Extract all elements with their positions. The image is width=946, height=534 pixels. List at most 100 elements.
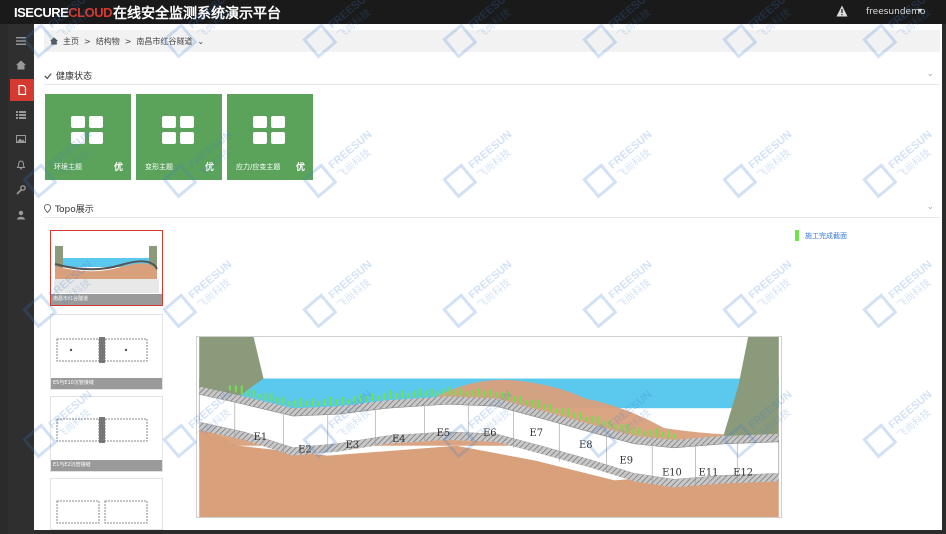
tunnel-topo-diagram[interactable]: E1 E2 E3 E4 E5 E6 E7 E8 E9 E10 E11 E12 — [196, 336, 782, 518]
segment-label: E11 — [699, 467, 719, 478]
segment-label: E6 — [483, 428, 496, 439]
sensor-marker — [288, 401, 291, 407]
breadcrumb-separator: > — [124, 36, 132, 46]
sensor-marker — [294, 400, 297, 408]
list-icon[interactable] — [10, 104, 32, 126]
username[interactable]: freesundemo — [866, 7, 925, 17]
tile-label: 变形主题 — [145, 163, 173, 171]
app-title: 在线安全监测系统演示平台 — [113, 6, 281, 22]
sensor-marker — [228, 385, 231, 391]
sensor-marker — [258, 393, 261, 399]
sensor-marker — [377, 395, 380, 401]
sensor-marker — [460, 387, 463, 396]
sensor-marker — [632, 428, 635, 435]
sensor-marker — [584, 416, 587, 422]
topo-thumbnail[interactable]: E5与E10沉管接缝 — [50, 314, 163, 390]
sensor-marker — [656, 428, 659, 438]
thumbnail-caption: E1与E2沉管接缝 — [51, 460, 162, 471]
health-tile-stress[interactable]: 应力/应变主题 优 — [227, 94, 313, 180]
bell-icon[interactable] — [10, 154, 32, 176]
sensor-marker — [614, 424, 617, 430]
topo-thumbnail[interactable]: E1与E2沉管接缝 — [50, 396, 163, 472]
app-logo[interactable]: ISECURECLOUD — [14, 5, 113, 20]
sensor-marker — [596, 415, 599, 425]
sensor-marker — [567, 407, 570, 417]
sensor-marker — [282, 396, 285, 405]
sensor-marker — [252, 389, 255, 398]
sensor-marker — [484, 390, 487, 397]
segment-label: E1 — [254, 432, 268, 443]
health-tile-environment[interactable]: 环境主题 优 — [45, 94, 131, 180]
sensor-marker — [234, 385, 237, 393]
sensor-marker — [347, 399, 350, 405]
sensor-marker — [406, 393, 409, 398]
chevron-down-icon[interactable]: ⌄ — [197, 37, 204, 46]
collapse-chevron-icon[interactable]: ⌄ — [926, 202, 934, 212]
sensor-marker — [644, 430, 647, 436]
menu-icon[interactable] — [10, 30, 32, 52]
sensor-marker — [489, 389, 492, 398]
sensor-marker — [662, 431, 665, 438]
sensor-marker — [389, 390, 392, 400]
sensor-marker — [329, 396, 332, 406]
topo-section-title: Topo展示 — [55, 205, 94, 215]
topo-thumbnail-list: 南昌市红谷隧道 E5与E10沉管接缝 E1与E2沉管接缝 — [50, 230, 164, 530]
breadcrumb-home[interactable]: 主页 — [63, 36, 79, 47]
sensor-marker — [306, 400, 309, 407]
segment-label: E3 — [346, 440, 360, 451]
sensor-marker — [300, 398, 303, 407]
health-section-title: 健康状态 — [56, 72, 93, 82]
sensor-marker — [531, 399, 534, 407]
breadcrumb-structures[interactable]: 结构物 — [96, 36, 120, 47]
segment-label: E9 — [620, 456, 634, 467]
topo-thumbnail[interactable]: 南昌市红谷隧道 — [50, 230, 163, 306]
sensor-marker — [555, 408, 558, 414]
tile-rating: 优 — [204, 163, 214, 173]
user-menu-chevron-icon[interactable]: ▾ — [918, 6, 922, 15]
sensor-marker — [412, 390, 415, 398]
tile-label: 环境主题 — [54, 163, 82, 171]
tile-rating: 优 — [113, 163, 123, 173]
topo-thumbnail[interactable] — [50, 478, 163, 530]
sidebar — [8, 24, 41, 534]
grid-icon — [162, 116, 194, 144]
sensor-marker — [561, 408, 564, 416]
home-icon[interactable] — [10, 54, 32, 76]
image-icon[interactable] — [10, 128, 32, 150]
check-icon — [44, 72, 52, 79]
breadcrumb-current[interactable]: 南昌市红谷隧道 — [136, 36, 192, 47]
sensor-marker — [276, 397, 279, 404]
collapse-chevron-icon[interactable]: ⌄ — [926, 69, 934, 79]
sensor-marker — [519, 395, 522, 404]
breadcrumb-separator: > — [84, 36, 91, 46]
warning-icon[interactable] — [836, 5, 848, 17]
sensor-marker — [430, 388, 433, 397]
sensor-marker — [602, 420, 605, 427]
segment-label: E4 — [392, 434, 406, 445]
tile-label: 应力/应变主题 — [236, 163, 281, 171]
breadcrumb: 主页 > 结构物 > 南昌市红谷隧道 ⌄ — [44, 30, 940, 52]
thumbnail-caption: 南昌市红谷隧道 — [51, 294, 162, 305]
document-icon[interactable] — [10, 79, 34, 101]
sensor-marker — [371, 393, 374, 402]
segment-label: E8 — [579, 440, 593, 451]
sensor-marker — [507, 391, 510, 401]
sensor-marker — [442, 388, 445, 396]
user-icon[interactable] — [10, 204, 32, 226]
health-tile-deformation[interactable]: 变形主题 优 — [136, 94, 222, 180]
sensor-marker — [650, 429, 653, 437]
thumbnail-caption: E5与E10沉管接缝 — [51, 378, 162, 389]
tunnel-thumbnail-image — [54, 235, 159, 293]
sensor-marker — [448, 386, 451, 396]
top-bar: ISECURECLOUD 在线安全监测系统演示平台 freesundemo ▾ — [0, 0, 946, 24]
cross-section-thumbnail-image — [56, 500, 148, 524]
grid-icon — [253, 116, 285, 144]
sensor-marker — [673, 433, 676, 439]
sensor-marker — [317, 401, 320, 407]
divider — [44, 217, 940, 218]
sensor-marker — [579, 412, 581, 420]
sensor-marker — [525, 400, 528, 406]
wrench-icon[interactable] — [10, 179, 32, 201]
sensor-marker — [436, 391, 439, 397]
sensor-marker — [668, 430, 670, 439]
